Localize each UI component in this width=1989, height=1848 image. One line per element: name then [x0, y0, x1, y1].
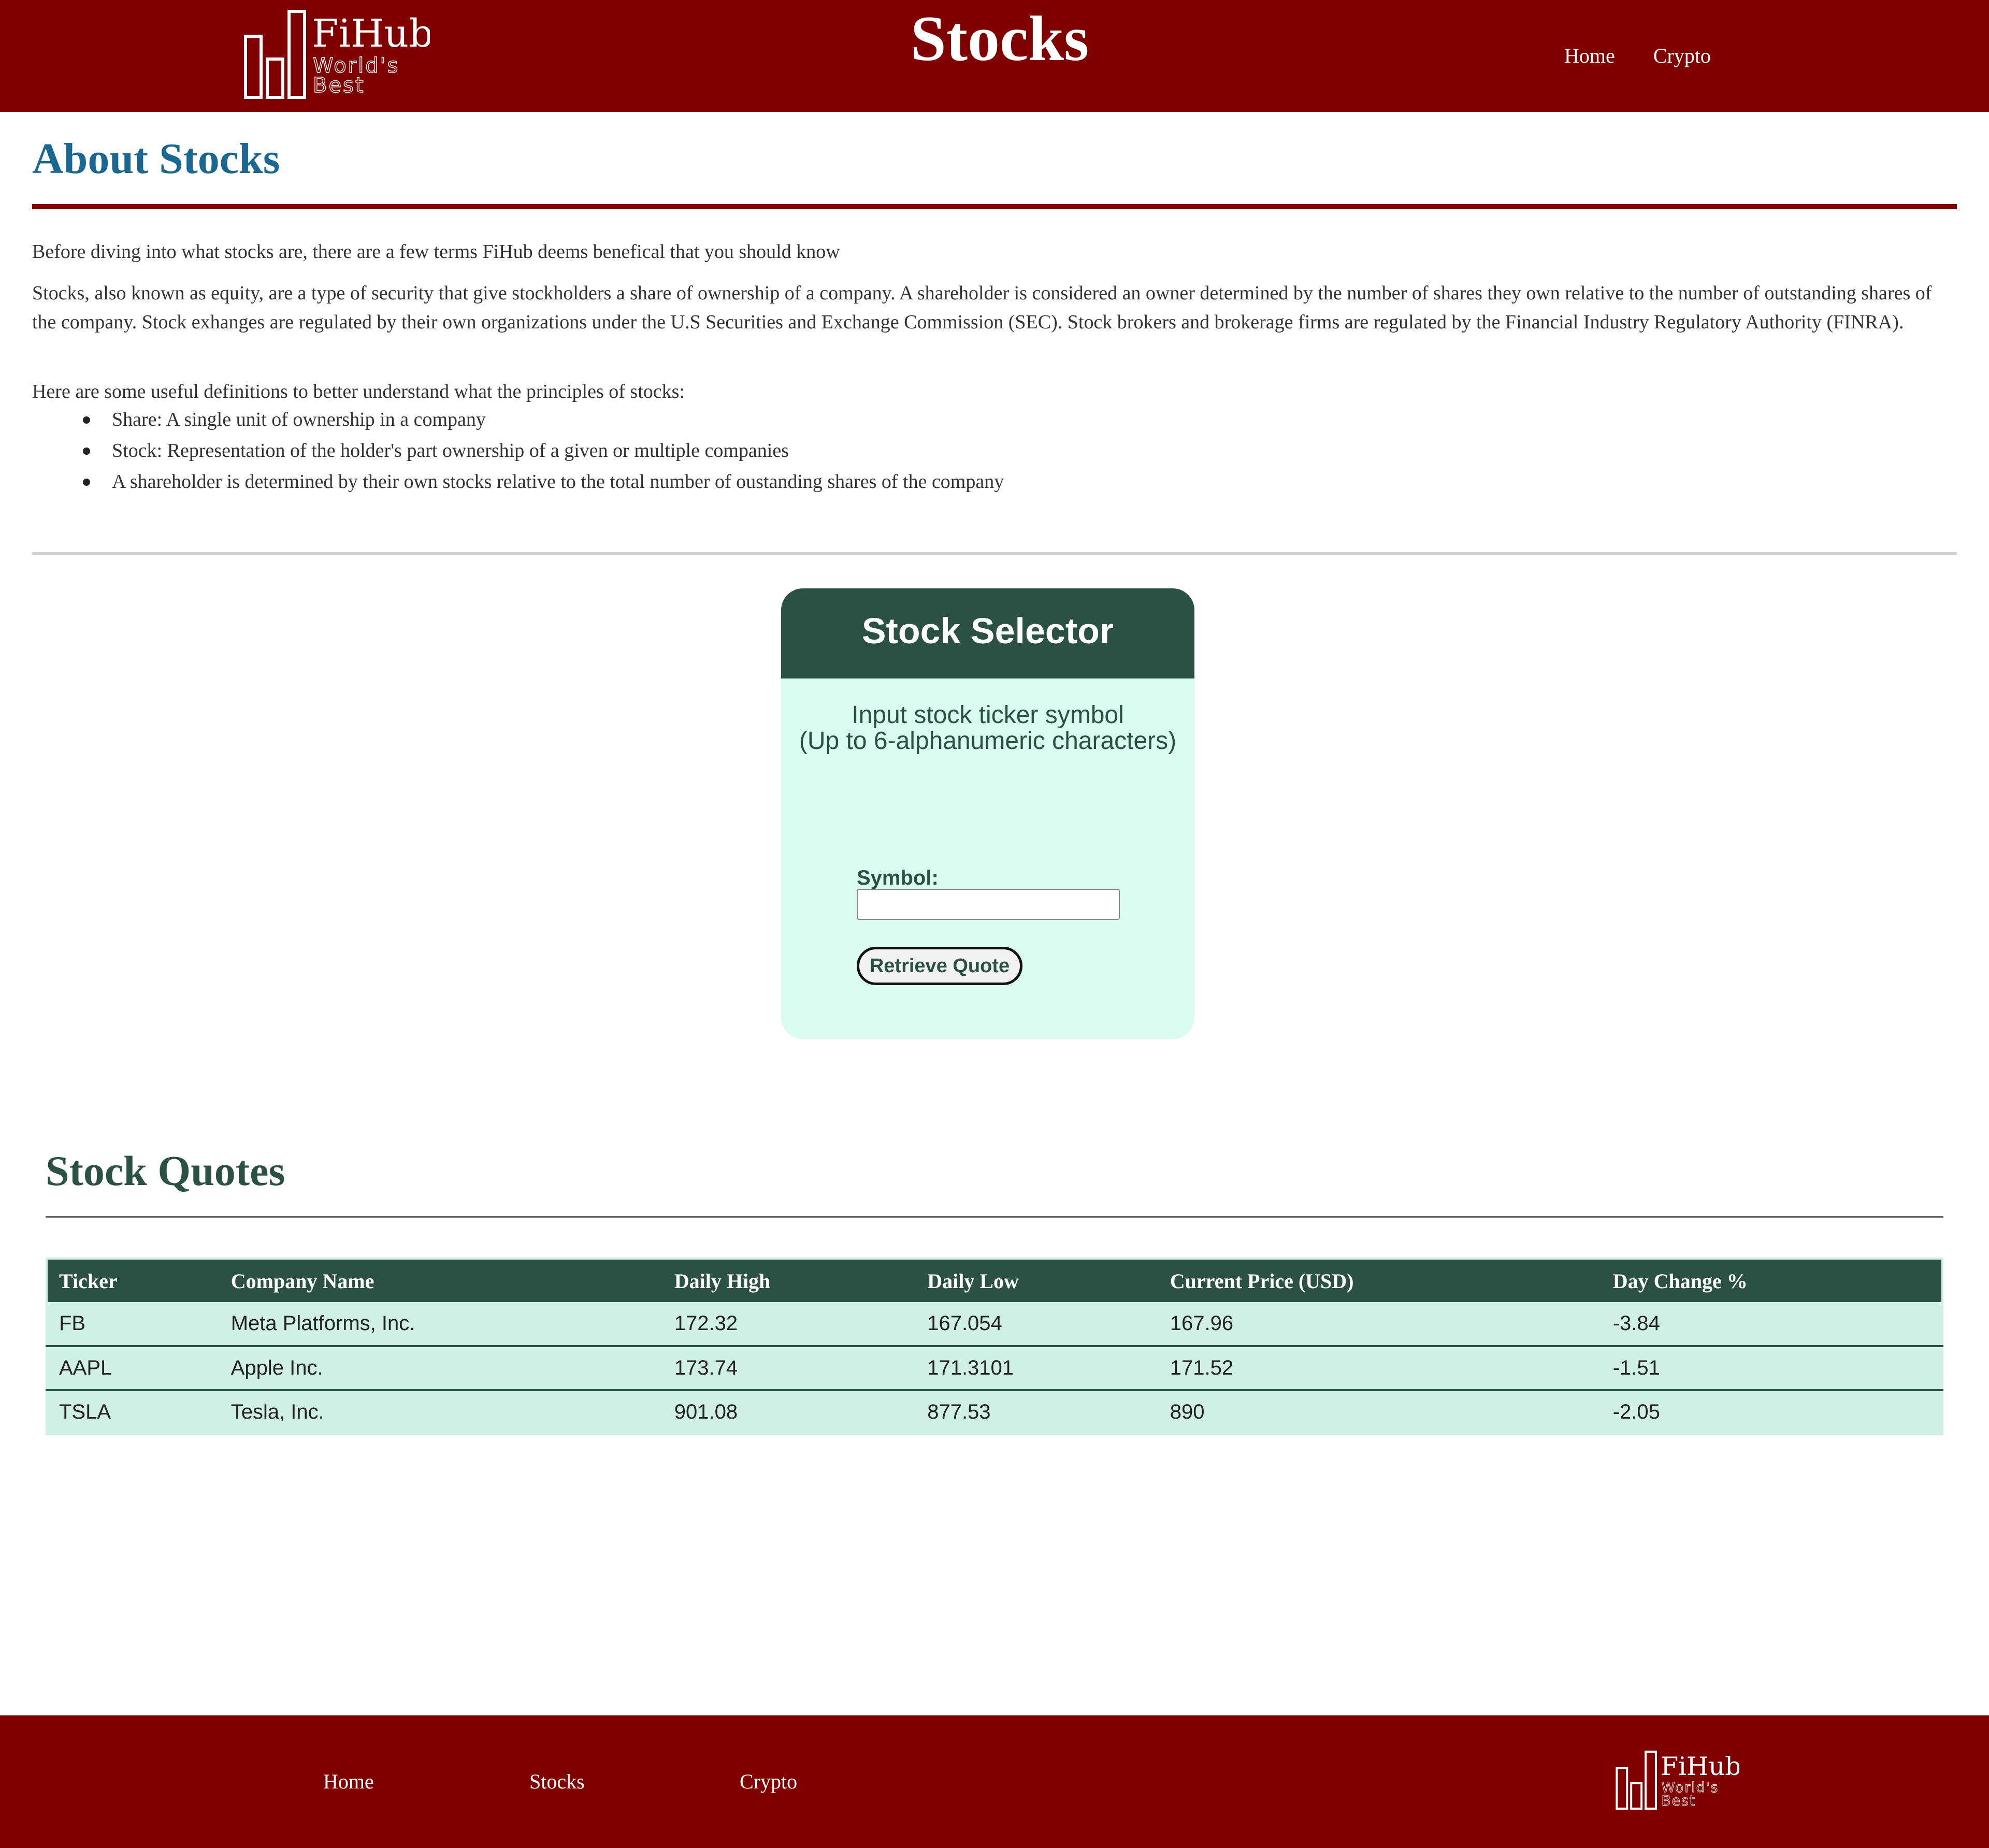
cell-change: -1.51 — [1601, 1345, 1942, 1390]
cell-company: Apple Inc. — [219, 1345, 663, 1390]
header-nav: Home Crypto — [1564, 41, 1711, 70]
quotes-divider — [46, 1216, 1943, 1218]
card-title: Stock Selector — [861, 611, 1114, 651]
bar-chart-logo-icon: FiHub World's Best — [1616, 1750, 1739, 1810]
quotes-table: Ticker Company Name Daily High Daily Low… — [46, 1258, 1943, 1435]
cell-ticker: FB — [47, 1302, 220, 1346]
page-title: Stocks — [910, 3, 1089, 74]
definitions-list: Share: A single unit of ownership in a c… — [82, 404, 1004, 497]
about-heading: About Stocks — [32, 135, 280, 183]
footer-home-link[interactable]: Home — [323, 1767, 374, 1796]
logo-name: FiHub — [1661, 1751, 1739, 1781]
cell-high: 901.08 — [662, 1389, 916, 1434]
symbol-label: Symbol: — [857, 867, 939, 889]
intro-paragraph: Before diving into what stocks are, ther… — [32, 241, 840, 263]
definition-item: A shareholder is determined by their own… — [82, 466, 1004, 497]
footer-fihub-logo[interactable]: FiHub World's Best — [1615, 1750, 1739, 1811]
cell-change: -3.84 — [1601, 1302, 1942, 1346]
stock-selector-card: Stock Selector Input stock ticker symbol… — [781, 588, 1194, 1039]
footer-stocks-link[interactable]: Stocks — [529, 1767, 585, 1796]
col-ticker: Ticker — [47, 1259, 220, 1302]
col-current-price: Current Price (USD) — [1158, 1259, 1602, 1302]
col-daily-low: Daily Low — [916, 1259, 1159, 1302]
table-row: AAPL Apple Inc. 173.74 171.3101 171.52 -… — [47, 1345, 1942, 1390]
col-daily-high: Daily High — [662, 1259, 916, 1302]
site-footer: Home Stocks Crypto FiHub World's Best — [0, 1715, 1989, 1848]
cell-change: -2.05 — [1601, 1389, 1942, 1434]
cell-price: 167.96 — [1158, 1302, 1602, 1346]
cell-ticker: TSLA — [47, 1389, 220, 1434]
fihub-logo[interactable]: FiHub World's Best — [243, 8, 430, 100]
cell-high: 172.32 — [662, 1302, 916, 1346]
definition-item: Share: A single unit of ownership in a c… — [82, 404, 1004, 435]
cell-ticker: AAPL — [47, 1345, 220, 1390]
footer-crypto-link[interactable]: Crypto — [740, 1767, 797, 1796]
table-header-row: Ticker Company Name Daily High Daily Low… — [47, 1259, 1942, 1302]
cell-high: 173.74 — [662, 1345, 916, 1390]
nav-crypto-link[interactable]: Crypto — [1653, 41, 1711, 70]
table-row: TSLA Tesla, Inc. 901.08 877.53 890 -2.05 — [47, 1389, 1942, 1434]
card-description: Input stock ticker symbol (Up to 6-alpha… — [781, 702, 1194, 754]
about-divider — [32, 204, 1957, 209]
table-row: FB Meta Platforms, Inc. 172.32 167.054 1… — [47, 1302, 1942, 1346]
cell-low: 167.054 — [916, 1302, 1159, 1346]
card-header: Stock Selector — [781, 588, 1194, 678]
logo-name: FiHub — [312, 11, 430, 56]
cell-low: 171.3101 — [916, 1345, 1159, 1390]
definitions-intro: Here are some useful definitions to bett… — [32, 381, 685, 402]
cell-company: Meta Platforms, Inc. — [219, 1302, 663, 1346]
section-divider — [32, 552, 1957, 555]
desc-line-1: Input stock ticker symbol — [852, 701, 1124, 729]
nav-home-link[interactable]: Home — [1564, 41, 1615, 70]
site-header: FiHub World's Best Stocks Home Crypto — [0, 0, 1989, 112]
retrieve-quote-button[interactable]: Retrieve Quote — [857, 947, 1022, 985]
definition-item: Stock: Representation of the holder's pa… — [82, 435, 1004, 466]
desc-line-2: (Up to 6-alphanumeric characters) — [799, 727, 1177, 755]
cell-price: 171.52 — [1158, 1345, 1602, 1390]
bar-chart-logo-icon: FiHub World's Best — [244, 10, 430, 99]
quotes-heading: Stock Quotes — [46, 1147, 285, 1194]
cell-price: 890 — [1158, 1389, 1602, 1434]
col-company-name: Company Name — [219, 1259, 663, 1302]
logo-tagline-2: Best — [313, 74, 365, 97]
symbol-input[interactable] — [857, 889, 1120, 920]
stocks-paragraph: Stocks, also known as equity, are a type… — [32, 282, 1932, 333]
logo-tagline-2: Best — [1662, 1793, 1696, 1809]
cell-low: 877.53 — [916, 1389, 1159, 1434]
col-day-change: Day Change % — [1601, 1259, 1942, 1302]
cell-company: Tesla, Inc. — [219, 1389, 663, 1434]
